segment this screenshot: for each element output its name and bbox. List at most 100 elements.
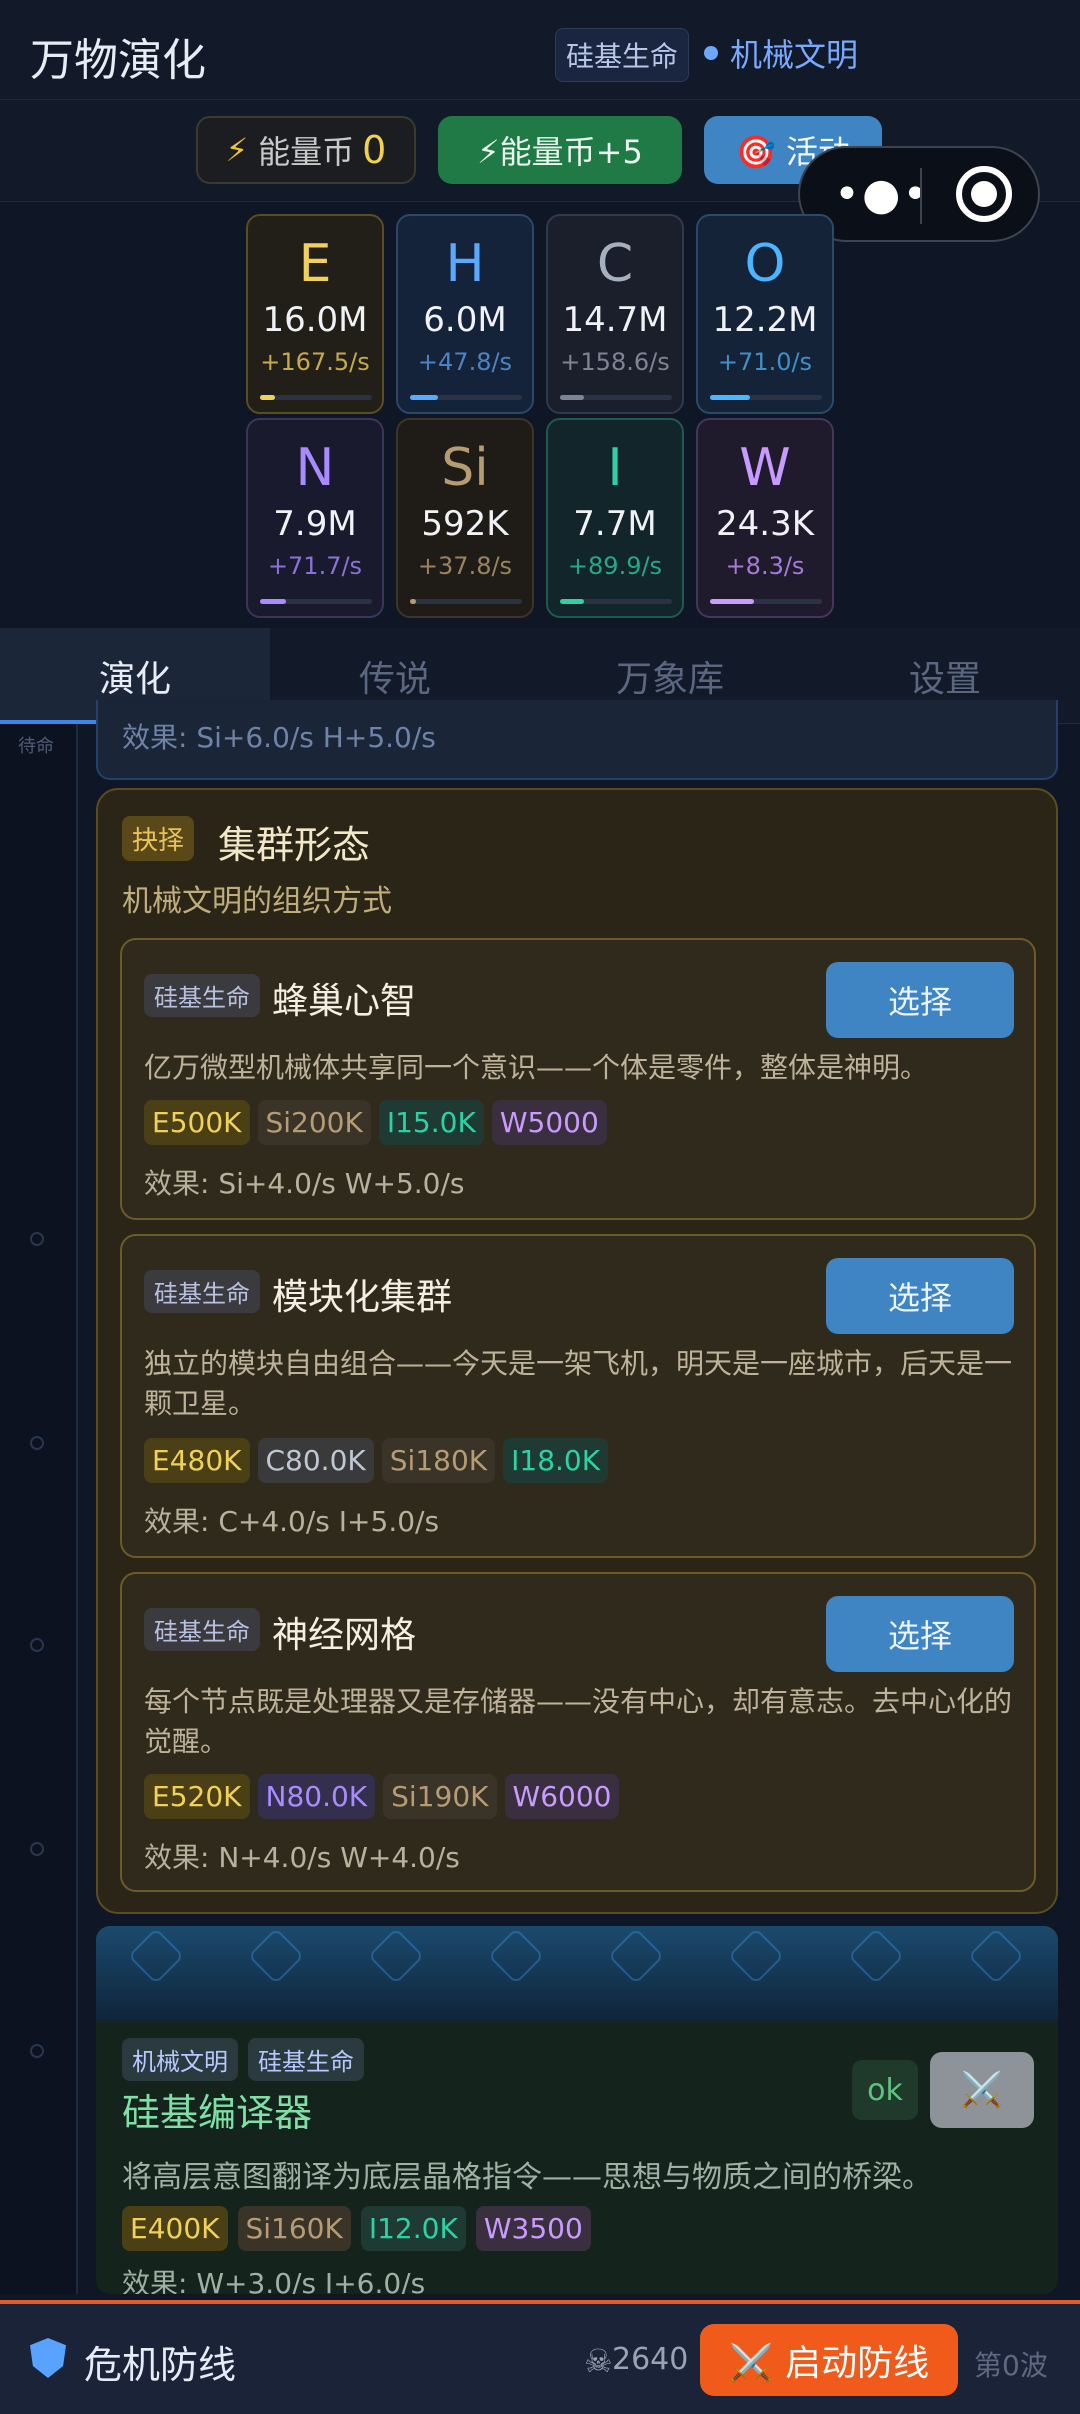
energy-balance: ⚡ 能量币 0 <box>196 116 416 184</box>
resource-progress-fill <box>560 395 584 400</box>
cost-chip: E480K <box>144 1438 250 1483</box>
resource-progress-fill <box>260 395 275 400</box>
option-name: 蜂巢心智 <box>272 981 417 1022</box>
defense-bar: 危机防线 ☠ 2640 ⚔️ 启动防线 第0波 <box>0 2300 1080 2414</box>
option-civ-tag: 硅基生命 <box>144 1608 260 1651</box>
cost-chip: W5000 <box>491 1100 607 1145</box>
hex-pattern <box>847 1927 905 1985</box>
wave-indicator: 第0波 <box>974 2349 1048 2382</box>
option-name: 神经网格 <box>272 1615 417 1656</box>
tech-banner-image <box>96 1926 1058 2022</box>
cost-chip: E500K <box>144 1100 250 1145</box>
tech-tag: 机械文明 <box>122 2038 238 2081</box>
cost-chip: I12.0K <box>360 2206 466 2251</box>
resource-progress <box>710 395 822 400</box>
cost-chip: W6000 <box>504 1774 620 1819</box>
resource-progress-fill <box>560 599 584 604</box>
option-effect: 效果: N+4.0/s W+4.0/s <box>144 1841 460 1874</box>
choice-card: 抉择 集群形态 机械文明的组织方式 硅基生命 蜂巢心智 选择 亿万微型机械体共享… <box>96 788 1058 1914</box>
resource-progress <box>710 599 822 604</box>
rail-node <box>30 1232 44 1246</box>
tech-costs: E400K Si160K I12.0K W3500 <box>122 2206 591 2251</box>
option-card: 硅基生命 神经网格 选择 每个节点既是处理器又是存储器——没有中心，却有意志。去… <box>120 1572 1036 1892</box>
tech-tag: 硅基生命 <box>248 2038 364 2081</box>
resource-card: C 14.7M +158.6/s <box>546 214 684 414</box>
hex-pattern <box>727 1927 785 1985</box>
cost-chip: I15.0K <box>378 1100 484 1145</box>
resource-amount: 6.0M <box>423 300 507 340</box>
resource-symbol: H <box>445 234 485 294</box>
option-effect: 效果: Si+4.0/s W+5.0/s <box>144 1167 465 1200</box>
hex-pattern <box>247 1927 305 1985</box>
resource-progress <box>560 395 672 400</box>
resource-rate: +158.6/s <box>560 348 670 376</box>
bolt-icon: ⚡ <box>225 131 249 169</box>
cost-chip: Si200K <box>257 1100 371 1145</box>
resource-symbol: N <box>295 438 335 498</box>
resource-amount: 16.0M <box>262 300 368 340</box>
app-title: 万物演化 <box>30 35 206 86</box>
select-button[interactable]: 选择 <box>826 1596 1014 1672</box>
start-defense-button[interactable]: ⚔️ 启动防线 <box>700 2324 958 2396</box>
resource-card: I 7.7M +89.9/s <box>546 418 684 618</box>
hex-pattern <box>367 1927 425 1985</box>
hex-pattern <box>487 1927 545 1985</box>
capsule-separator <box>920 168 922 224</box>
choice-tag: 抉择 <box>122 816 195 861</box>
option-civ-tag: 硅基生命 <box>144 974 260 1017</box>
resource-amount: 12.2M <box>712 300 818 340</box>
rail-status-label: 待命 <box>18 736 54 757</box>
hex-pattern <box>967 1927 1025 1985</box>
resource-card: H 6.0M +47.8/s <box>396 214 534 414</box>
civ-tag: 硅基生命 <box>555 28 690 82</box>
resource-symbol: O <box>744 234 786 294</box>
resource-progress <box>560 599 672 604</box>
energy-plus-button[interactable]: ⚡能量币+5 <box>438 116 682 184</box>
rail-node <box>30 1638 44 1652</box>
resource-progress <box>260 395 372 400</box>
cost-chip: N80.0K <box>257 1774 376 1819</box>
cost-chip: C80.0K <box>257 1438 374 1483</box>
app-header: 万物演化 硅基生命 机械文明 <box>0 0 1080 100</box>
close-target-icon[interactable] <box>956 166 1012 222</box>
resource-card: N 7.9M +71.7/s <box>246 418 384 618</box>
resource-amount: 14.7M <box>562 300 668 340</box>
crossed-swords-icon[interactable]: ⚔️ <box>930 2052 1034 2128</box>
resource-progress <box>260 599 372 604</box>
resource-card: Si 592K +37.8/s <box>396 418 534 618</box>
hex-pattern <box>127 1927 185 1985</box>
select-button[interactable]: 选择 <box>826 1258 1014 1334</box>
resource-card: E 16.0M +167.5/s <box>246 214 384 414</box>
resource-card: O 12.2M +71.0/s <box>696 214 834 414</box>
select-button[interactable]: 选择 <box>826 962 1014 1038</box>
civ-name[interactable]: 机械文明 <box>730 30 858 76</box>
rail-node <box>30 1436 44 1450</box>
resource-rate: +47.8/s <box>417 348 513 376</box>
tech-status-ok: ok <box>852 2060 918 2120</box>
tech-tags: 机械文明 硅基生命 <box>122 2038 364 2081</box>
cost-chip: Si160K <box>237 2206 351 2251</box>
cost-chip: Si190K <box>383 1774 497 1819</box>
resource-progress-fill <box>410 599 416 604</box>
cost-chip: I18.0K <box>503 1438 609 1483</box>
civ-dot <box>704 46 718 60</box>
shield-icon <box>30 2338 66 2378</box>
cost-chip: E400K <box>122 2206 228 2251</box>
cost-chip: Si180K <box>381 1438 496 1483</box>
resource-rate: +8.3/s <box>725 552 805 580</box>
option-costs: E480K C80.0K Si180K I18.0K <box>144 1438 609 1483</box>
resource-progress-fill <box>710 599 754 604</box>
resource-progress <box>410 395 522 400</box>
resource-symbol: E <box>298 234 332 294</box>
resource-progress <box>410 599 522 604</box>
tech-name: 硅基编译器 <box>122 2091 313 2135</box>
resource-rate: +71.0/s <box>717 348 813 376</box>
enemy-icon: ☠ <box>584 2342 613 2380</box>
progress-rail: 待命 <box>0 724 78 2294</box>
resource-progress-fill <box>410 395 438 400</box>
option-text: 亿万微型机械体共享同一个意识——个体是零件，整体是神明。 <box>144 1051 929 1084</box>
more-icon[interactable]: •●• <box>834 169 930 220</box>
enemy-count: 2640 <box>612 2342 689 2377</box>
resource-amount: 592K <box>421 504 509 544</box>
option-costs: E520K N80.0K Si190K W6000 <box>144 1774 620 1819</box>
